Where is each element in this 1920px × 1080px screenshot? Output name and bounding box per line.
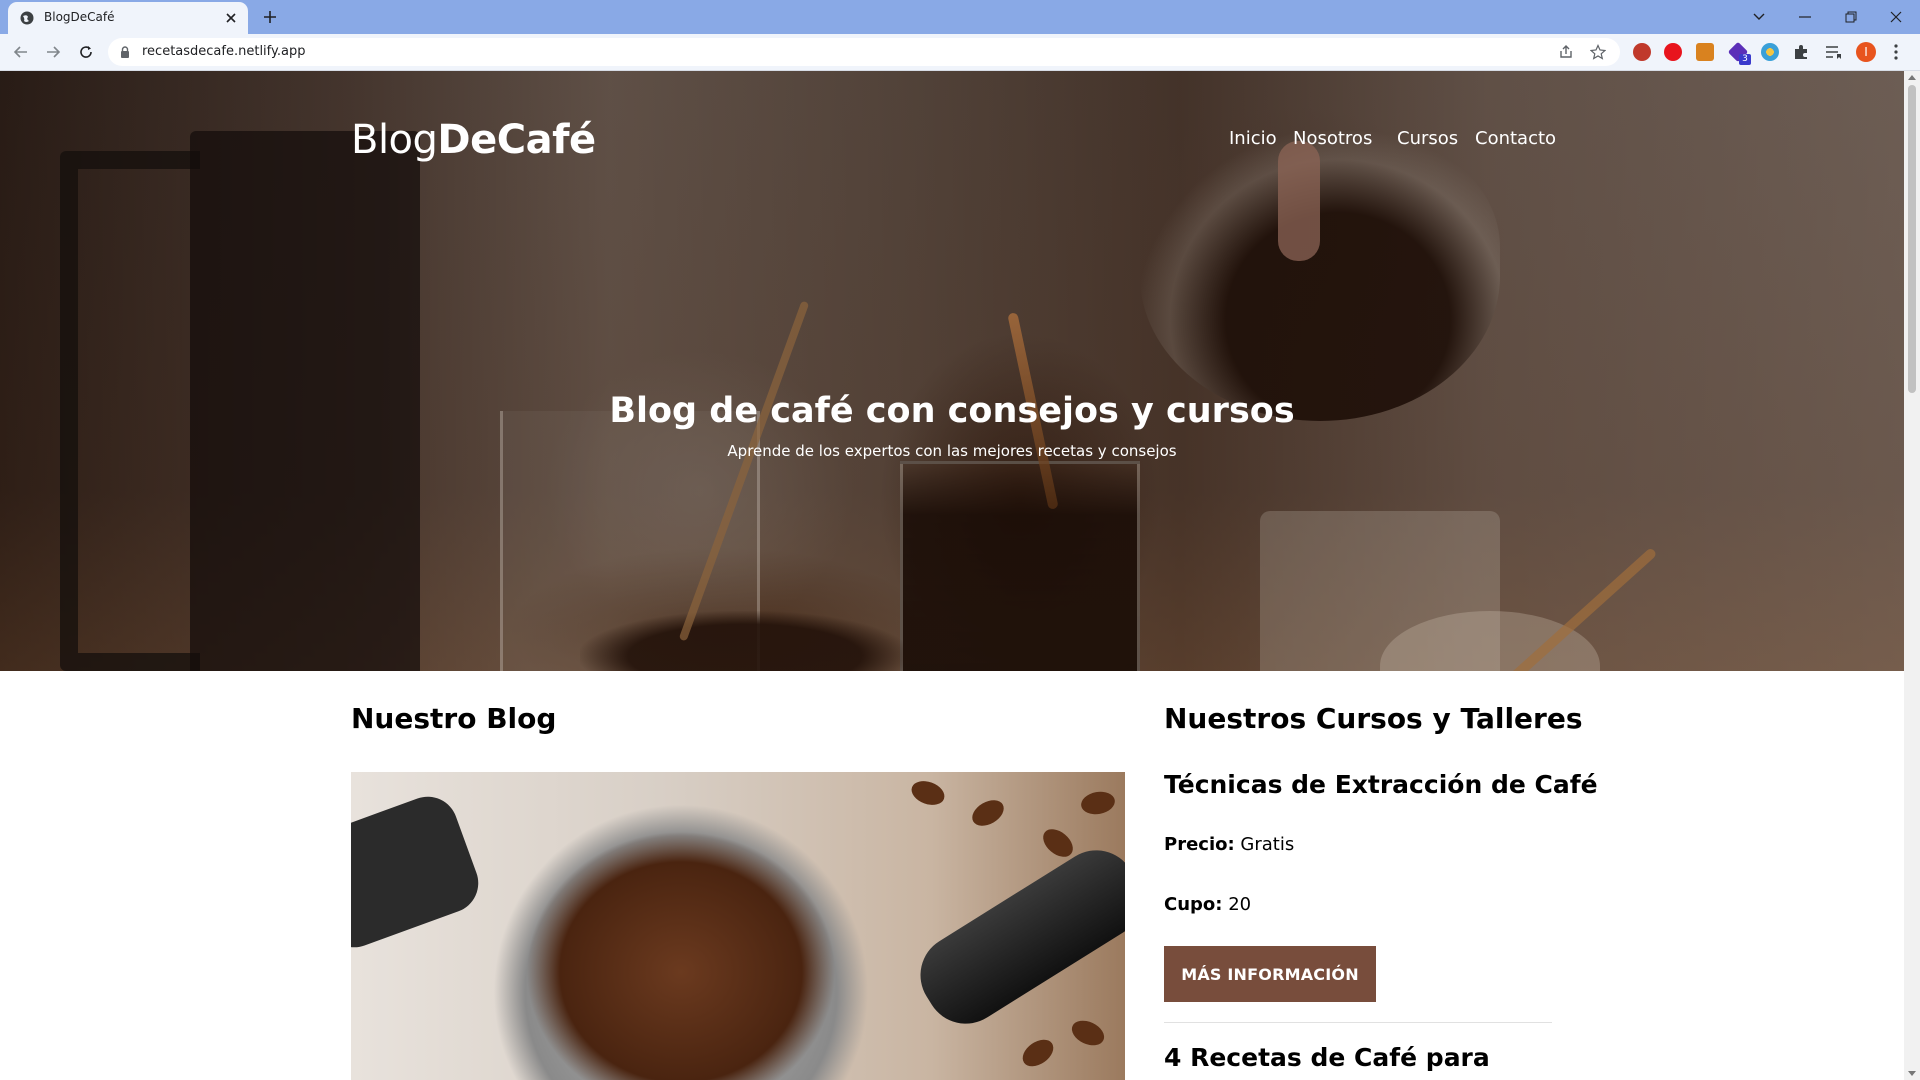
tab-title: BlogDeCafé — [44, 10, 115, 24]
coffee-bean-shape — [1067, 1015, 1109, 1051]
course-capacity: Cupo: 20 — [1164, 894, 1251, 915]
nav-link-contacto[interactable]: Contacto — [1475, 128, 1556, 149]
extension-red-icon[interactable] — [1633, 43, 1651, 61]
hero-title: Blog de café con consejos y cursos — [609, 391, 1295, 431]
blog-heading: Nuestro Blog — [351, 702, 557, 735]
coffee-bean-shape — [967, 794, 1009, 832]
coffee-bean-shape — [908, 776, 948, 810]
opera-extension-icon[interactable] — [1664, 43, 1682, 61]
globe-icon — [20, 11, 34, 25]
minimize-icon[interactable] — [1795, 7, 1815, 27]
extension-badge: 3 — [1739, 54, 1751, 65]
coffee-bean-shape — [1079, 789, 1117, 817]
glass-cup-coffee-shape — [900, 461, 1140, 671]
back-icon[interactable] — [11, 42, 31, 62]
share-icon[interactable] — [1558, 44, 1574, 60]
extensions-puzzle-icon[interactable] — [1792, 43, 1810, 61]
course-capacity-label: Cupo: — [1164, 894, 1223, 915]
forward-icon[interactable] — [43, 42, 63, 62]
course-price-value: Gratis — [1240, 834, 1295, 855]
nav-link-inicio[interactable]: Inicio — [1229, 128, 1277, 149]
tab-search-icon[interactable] — [1749, 7, 1769, 27]
more-info-button[interactable]: MÁS INFORMACIÓN — [1164, 946, 1376, 1002]
extension-orange-icon[interactable] — [1696, 43, 1714, 61]
browser-tab[interactable]: BlogDeCafé — [8, 2, 248, 34]
reload-icon[interactable] — [76, 42, 96, 62]
extension-color-icon[interactable] — [1761, 43, 1779, 61]
profile-avatar[interactable]: I — [1856, 42, 1876, 62]
course-price: Precio: Gratis — [1164, 834, 1294, 855]
course-title: 4 Recetas de Café para — [1164, 1043, 1490, 1072]
blog-entry-image[interactable] — [351, 772, 1125, 1080]
logo-light-text: Blog — [351, 117, 438, 163]
address-bar[interactable]: recetasdecafe.netlify.app — [108, 38, 1620, 66]
restore-icon[interactable] — [1841, 7, 1861, 27]
course-divider — [1164, 1022, 1552, 1023]
hero-section: BlogDeCafé Inicio Nosotros Cursos Contac… — [0, 71, 1904, 671]
bookmark-star-icon[interactable] — [1590, 44, 1606, 60]
close-window-icon[interactable] — [1886, 7, 1906, 27]
portafilter-handle-shape — [351, 788, 487, 956]
coffee-bean-shape — [1017, 1034, 1059, 1072]
tamper-handle-shape — [905, 835, 1125, 1039]
browser-toolbar: recetasdecafe.netlify.app — [0, 34, 1920, 71]
page-scrollbar[interactable] — [1904, 71, 1920, 1080]
page-viewport: BlogDeCafé Inicio Nosotros Cursos Contac… — [0, 71, 1904, 1080]
scroll-up-arrow-icon[interactable] — [1908, 75, 1916, 80]
course-capacity-value: 20 — [1228, 894, 1252, 915]
scroll-down-arrow-icon[interactable] — [1908, 1071, 1916, 1076]
site-logo[interactable]: BlogDeCafé — [351, 117, 596, 163]
reading-list-icon[interactable] — [1825, 44, 1843, 60]
new-tab-icon[interactable] — [262, 9, 278, 25]
close-tab-icon[interactable] — [224, 11, 238, 25]
logo-bold-text: DeCafé — [437, 117, 596, 163]
coffee-bean-shape — [1037, 823, 1079, 863]
courses-heading: Nuestros Cursos y Talleres — [1164, 702, 1583, 735]
hand-shape — [1278, 141, 1320, 261]
url-text[interactable]: recetasdecafe.netlify.app — [142, 44, 305, 59]
course-title: Técnicas de Extracción de Café — [1164, 770, 1598, 799]
tab-strip: BlogDeCafé — [0, 0, 1920, 34]
pouring-carafe-shape — [1140, 131, 1500, 421]
course-price-label: Precio: — [1164, 834, 1235, 855]
nav-link-cursos[interactable]: Cursos — [1397, 128, 1458, 149]
scroll-thumb[interactable] — [1908, 85, 1916, 393]
lock-icon[interactable] — [120, 46, 130, 58]
hero-subtitle: Aprende de los expertos con las mejores … — [727, 442, 1177, 460]
menu-kebab-icon[interactable] — [1893, 43, 1899, 61]
coffee-beans-bowl-shape — [580, 611, 910, 671]
nav-link-nosotros[interactable]: Nosotros — [1293, 128, 1372, 149]
